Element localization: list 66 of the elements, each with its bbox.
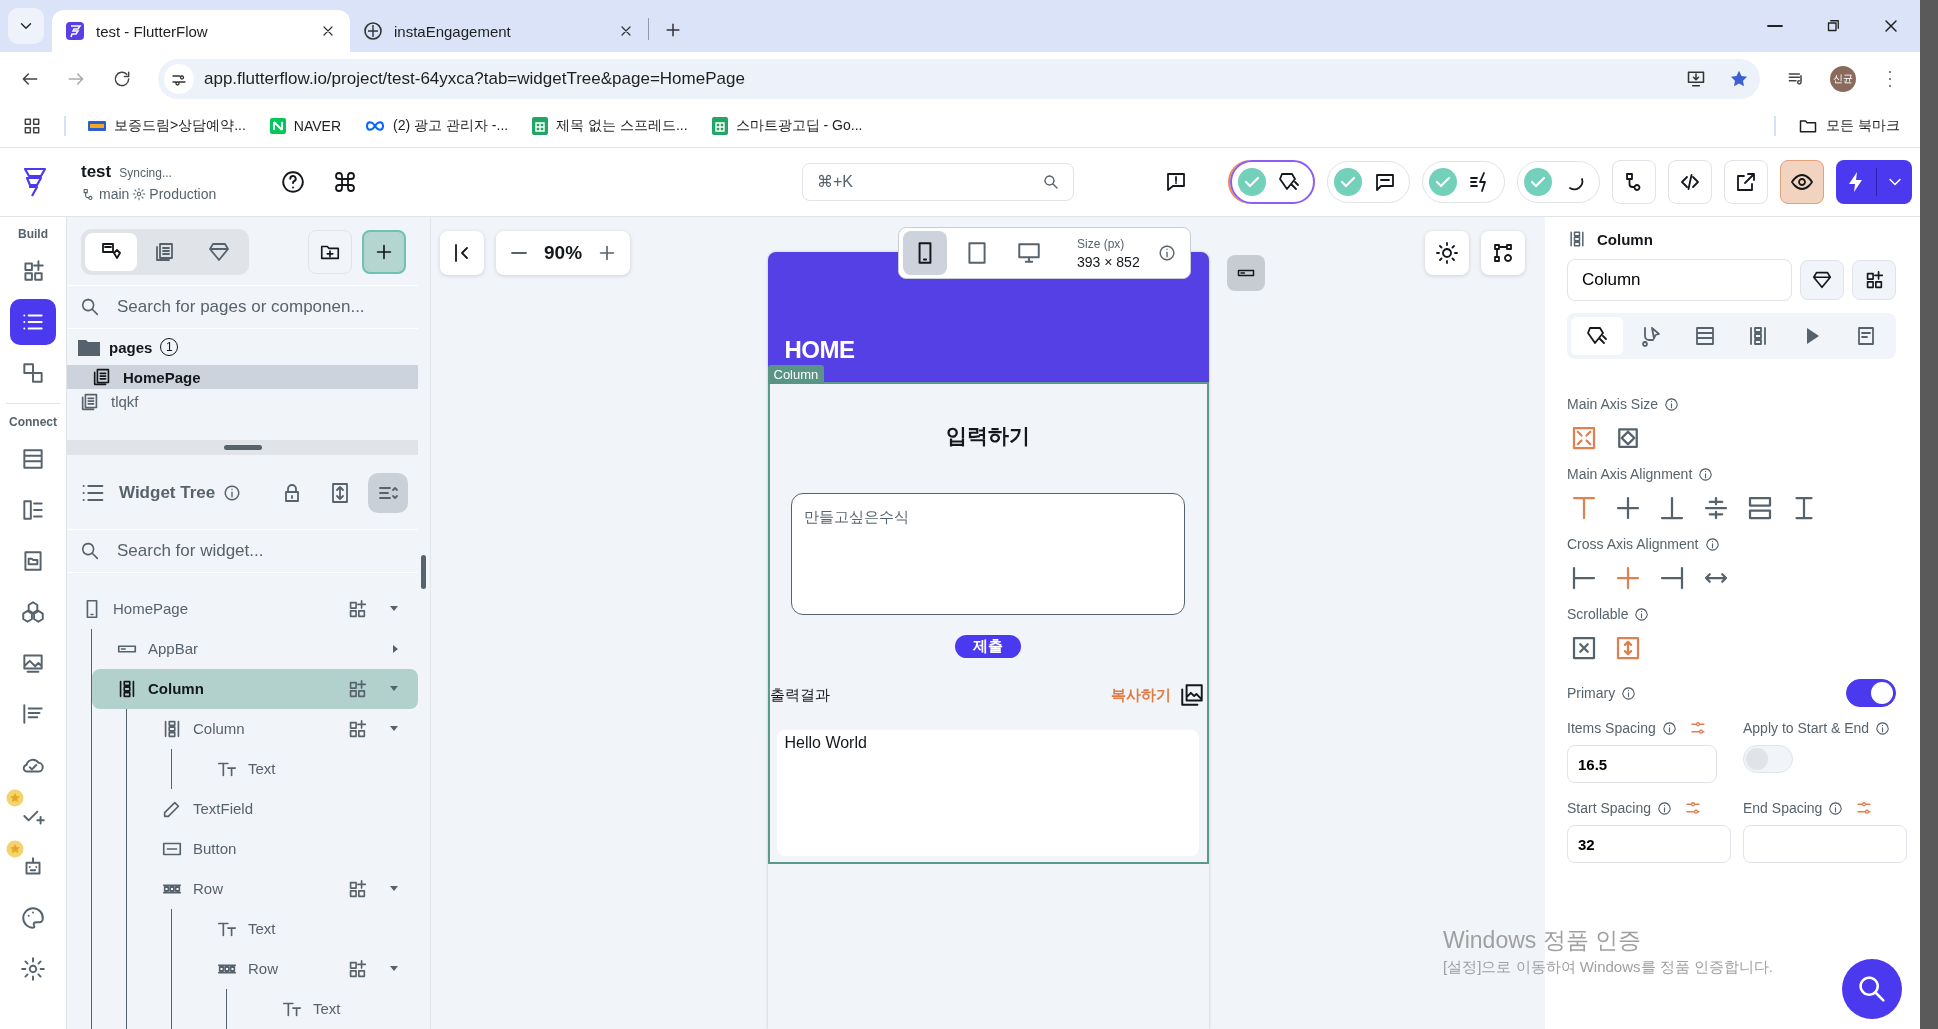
page-item[interactable]: HomePage — [67, 365, 418, 390]
browser-tab[interactable]: instaEngagement — [350, 10, 648, 52]
tree-item[interactable]: Column — [127, 709, 418, 749]
bookmark-label: 스마트광고딥 - Go... — [735, 117, 863, 135]
sync-status: Syncing... — [119, 166, 172, 180]
tree-item[interactable]: TextField — [127, 789, 418, 829]
tree-item[interactable]: Text — [172, 749, 418, 789]
spacing-field[interactable]: 16.5 — [1567, 745, 1717, 783]
bookmark-item[interactable]: 스마트광고딥 - Go... — [701, 117, 873, 135]
app-bar-title: HOME — [784, 336, 855, 364]
tree-item[interactable]: Row — [172, 949, 418, 989]
tree-item[interactable]: HomePage — [67, 589, 418, 629]
spacing-field[interactable]: 32 — [1567, 825, 1731, 863]
activation-title: Windows 정품 인증 — [1443, 926, 1643, 955]
property-label: Scrollable — [1567, 606, 1629, 622]
bookmark-item[interactable]: (2) 광고 관리자 -... — [355, 117, 519, 135]
page-heading: 입력하기 — [946, 423, 1030, 449]
bookmark-item[interactable]: NAVER — [259, 118, 352, 134]
property-label: Main Axis Alignment — [1567, 466, 1693, 482]
property-label: Apply to Start & End — [1743, 720, 1870, 736]
rail-section-label: Connect — [9, 415, 57, 429]
size-label: Size (px) — [1077, 236, 1126, 251]
tree-item[interactable]: Column — [92, 669, 418, 709]
browser-tab[interactable]: test - FlutterFlow — [52, 10, 350, 52]
property-label: End Spacing — [1743, 800, 1823, 816]
search-field[interactable]: ⌘+K — [802, 163, 1074, 201]
selection-tag: Column — [767, 365, 825, 384]
tree-item[interactable]: Text — [172, 909, 418, 949]
bookmark-label: (2) 광고 관리자 -... — [393, 117, 509, 135]
tree-item[interactable]: Row — [127, 869, 418, 909]
bookmark-label: NAVER — [293, 118, 342, 134]
bookmark-label: 모든 북마크 — [1826, 117, 1900, 135]
output-text: Hello World — [784, 734, 867, 751]
branch-name[interactable]: main — [99, 186, 130, 202]
property-label: Start Spacing — [1567, 800, 1652, 816]
tree-item[interactable]: Button — [127, 829, 418, 869]
bookmark-item[interactable]: 보증드림>상담예약... — [78, 117, 256, 135]
property-label: Cross Axis Alignment — [1567, 536, 1699, 552]
tab-title: test - FlutterFlow — [96, 22, 208, 40]
size-value: 393 × 852 — [1077, 253, 1140, 270]
widget-title: Column — [1597, 230, 1653, 248]
submit-button[interactable]: 제출 — [955, 635, 1021, 658]
url-text: app.flutterflow.io/project/test-64yxca?tab=widgetTree&page=HomePage — [204, 68, 745, 89]
tab-title: instaEngagement — [394, 22, 511, 40]
all-bookmarks-item[interactable]: 모든 북마크 — [1788, 116, 1910, 136]
rail-section-label: Build — [18, 227, 48, 241]
project-name: test — [81, 162, 112, 182]
zoom-level: 90% — [544, 242, 583, 264]
folder-item[interactable]: pages 1 — [67, 329, 418, 365]
bookmark-item[interactable]: 제목 없는 스프레드... — [522, 117, 698, 135]
tree-item[interactable]: AppBar — [92, 629, 418, 669]
property-label: Primary — [1567, 685, 1616, 701]
panel-title: Widget Tree — [119, 483, 216, 503]
page-item[interactable]: tlqkf — [67, 389, 418, 414]
profile-avatar[interactable]: 신균 — [1830, 65, 1856, 92]
property-label: Items Spacing — [1567, 720, 1656, 736]
input-field[interactable]: 만들고싶은수식 — [791, 493, 1185, 615]
bookmark-label: 제목 없는 스프레드... — [556, 117, 688, 135]
environment-name[interactable]: Production — [149, 186, 217, 202]
name-field[interactable]: Column — [1567, 259, 1792, 301]
activation-text: [설정]으로 이동하여 Windows를 정품 인증합니다. — [1443, 958, 1774, 977]
address-bar[interactable]: app.flutterflow.io/project/test-64yxca?tab=widgetTree&page=HomePage — [158, 58, 1760, 99]
property-label: Main Axis Size — [1567, 396, 1659, 412]
output-label: 출력결과 — [769, 685, 831, 705]
bookmark-label: 보증드림>상담예약... — [114, 117, 246, 135]
tree-item[interactable]: Text — [227, 989, 418, 1029]
